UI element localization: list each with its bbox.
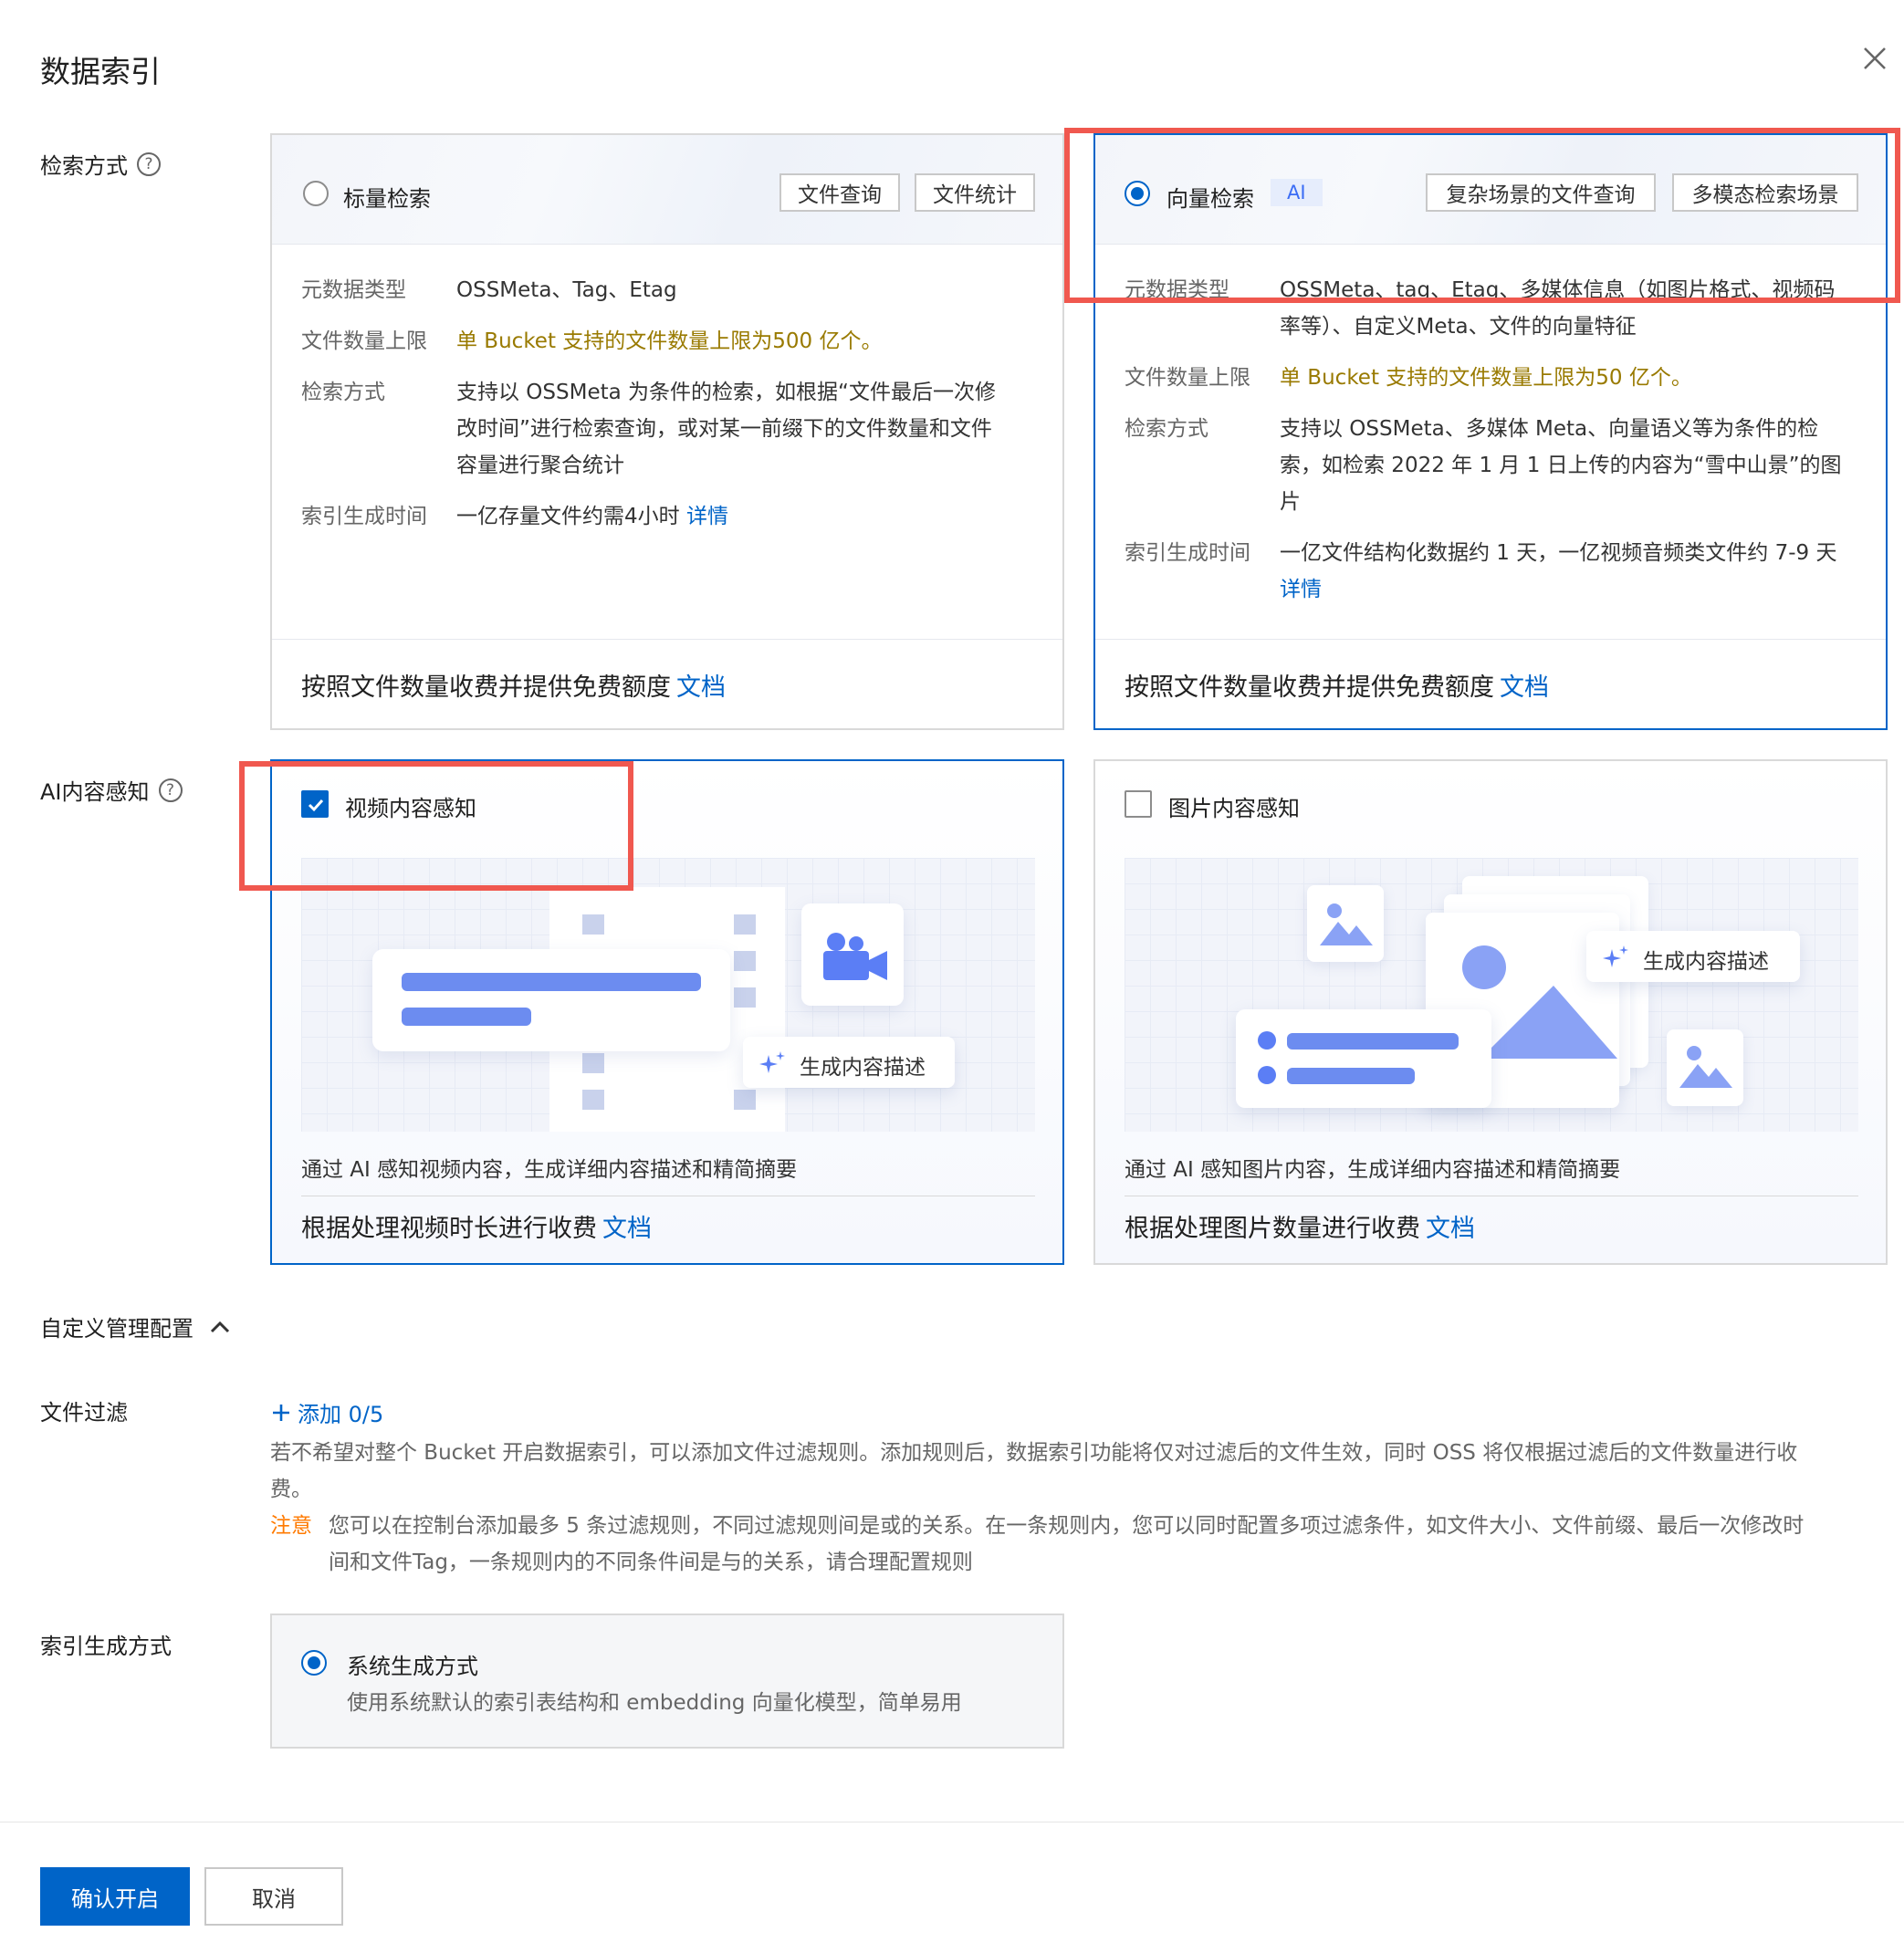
- doc-link[interactable]: 文档: [676, 674, 726, 702]
- system-gen-radio[interactable]: [301, 1650, 327, 1676]
- detail-value: 率等）、自定义Meta、文件的向量特征: [1280, 315, 1637, 339]
- detail-value: 一亿存量文件约需4小时 详情: [456, 498, 728, 535]
- tag-file-stats: 文件统计: [915, 173, 1035, 212]
- ai-perception-label-text: AI内容感知: [40, 779, 150, 805]
- image-perception-title: 图片内容感知: [1168, 796, 1300, 821]
- cancel-button[interactable]: 取消: [204, 1867, 343, 1926]
- filter-desc-line2: 费。: [270, 1478, 312, 1501]
- image-icon: [1316, 898, 1375, 949]
- search-mode-label: 检索方式 ?: [40, 148, 161, 180]
- sparkle-icon: [1601, 944, 1630, 971]
- detail-key: 检索方式: [301, 381, 385, 404]
- generate-description-badge: 生成内容描述: [800, 1056, 926, 1080]
- details-link[interactable]: 详情: [686, 505, 728, 528]
- doc-link[interactable]: 文档: [1500, 674, 1549, 702]
- video-illustration: 生成内容描述: [301, 858, 1035, 1132]
- add-filter-label: 添加 0/5: [298, 1402, 384, 1427]
- help-icon[interactable]: ?: [158, 778, 183, 802]
- detail-value: 单 Bucket 支持的文件数量上限为50 亿个。: [1280, 366, 1692, 390]
- highlight-box: [239, 761, 633, 891]
- detail-key: 元数据类型: [301, 278, 406, 302]
- detail-key: 索引生成时间: [1125, 541, 1250, 565]
- doc-link[interactable]: 文档: [1426, 1215, 1475, 1243]
- note-line2: 间和文件Tag，一条规则内的不同条件间是与的关系，请合理配置规则: [329, 1551, 973, 1574]
- generate-description-badge: 生成内容描述: [1643, 950, 1769, 974]
- detail-value: 改时间”进行检索查询，或对某一前缀下的文件数量和文件: [456, 417, 992, 441]
- custom-config-toggle[interactable]: 自定义管理配置: [40, 1311, 232, 1342]
- add-filter-button[interactable]: 添加 0/5: [270, 1396, 383, 1428]
- dialog-title: 数据索引: [40, 54, 161, 89]
- chevron-up-icon: [208, 1315, 232, 1339]
- plus-icon: [270, 1402, 292, 1424]
- scalar-search-card[interactable]: 标量检索 文件查询 文件统计 元数据类型 OSSMeta、Tag、Etag 文件…: [270, 133, 1064, 730]
- detail-value: 片: [1280, 490, 1301, 514]
- pricing-text: 按照文件数量收费并提供免费额度: [301, 674, 671, 702]
- file-filter-label: 文件过滤: [40, 1400, 128, 1426]
- detail-value: 支持以 OSSMeta、多媒体 Meta、向量语义等为条件的检: [1280, 417, 1819, 441]
- scalar-card-footer: 按照文件数量收费并提供免费额度 文档: [272, 639, 1062, 728]
- scalar-radio[interactable]: [303, 181, 329, 206]
- index-gen-mode-label: 索引生成方式: [40, 1634, 172, 1659]
- pricing-note: 按照文件数量收费并提供免费额度 文档: [1125, 667, 1549, 703]
- filter-desc-line1: 若不希望对整个 Bucket 开启数据索引，可以添加文件过滤规则。添加规则后，数…: [270, 1441, 1798, 1465]
- pricing-text: 按照文件数量收费并提供免费额度: [1125, 674, 1494, 702]
- scalar-card-header: 标量检索 文件查询 文件统计: [272, 135, 1062, 245]
- tag-file-query: 文件查询: [779, 173, 900, 212]
- ai-perception-label: AI内容感知 ?: [40, 774, 183, 806]
- detail-key: 文件数量上限: [1125, 366, 1250, 390]
- detail-value: 容量进行聚合统计: [456, 454, 624, 477]
- details-link[interactable]: 详情: [1280, 571, 1322, 608]
- image-perception-card[interactable]: 图片内容感知 生成内容描述 通过 AI 感知图片内容，生成详细内容描述和精简摘要: [1093, 759, 1888, 1265]
- detail-value: OSSMeta、Tag、Etag: [456, 278, 677, 302]
- image-icon: [1676, 1040, 1734, 1091]
- close-icon[interactable]: [1857, 40, 1893, 77]
- video-perception-desc: 通过 AI 感知视频内容，生成详细内容描述和精简摘要: [301, 1158, 798, 1182]
- detail-value: 支持以 OSSMeta 为条件的检索，如根据“文件最后一次修: [456, 381, 996, 404]
- sparkle-icon: [758, 1050, 787, 1077]
- video-camera-icon: [820, 931, 889, 982]
- search-mode-label-text: 检索方式: [40, 153, 128, 179]
- doc-link[interactable]: 文档: [602, 1215, 652, 1243]
- highlight-box: [1064, 128, 1900, 303]
- vector-card-footer: 按照文件数量收费并提供免费额度 文档: [1095, 639, 1886, 728]
- video-pricing-note: 根据处理视频时长进行收费 文档: [301, 1208, 652, 1244]
- detail-key: 索引生成时间: [301, 505, 427, 528]
- system-gen-desc: 使用系统默认的索引表结构和 embedding 向量化模型，简单易用: [347, 1691, 962, 1715]
- detail-key: 文件数量上限: [301, 329, 427, 353]
- pricing-text: 根据处理视频时长进行收费: [301, 1215, 597, 1243]
- detail-value: 单 Bucket 支持的文件数量上限为500 亿个。: [456, 329, 883, 353]
- image-perception-checkbox[interactable]: [1125, 790, 1152, 818]
- system-gen-option[interactable]: 系统生成方式 使用系统默认的索引表结构和 embedding 向量化模型，简单易…: [270, 1614, 1064, 1749]
- detail-key: 检索方式: [1125, 417, 1208, 441]
- image-perception-desc: 通过 AI 感知图片内容，生成详细内容描述和精简摘要: [1125, 1158, 1621, 1182]
- pricing-note: 按照文件数量收费并提供免费额度 文档: [301, 667, 726, 703]
- confirm-button[interactable]: 确认开启: [40, 1867, 190, 1926]
- scalar-title: 标量检索: [343, 186, 431, 212]
- help-icon[interactable]: ?: [137, 151, 161, 176]
- pricing-text: 根据处理图片数量进行收费: [1125, 1215, 1420, 1243]
- note-line1: 您可以在控制台添加最多 5 条过滤规则，不同过滤规则间是或的关系。在一条规则内，…: [329, 1514, 1805, 1538]
- image-pricing-note: 根据处理图片数量进行收费 文档: [1125, 1208, 1475, 1244]
- index-time-text: 一亿存量文件约需4小时: [456, 505, 680, 528]
- detail-value: 索，如检索 2022 年 1 月 1 日上传的内容为“雪中山景”的图: [1280, 454, 1842, 477]
- system-gen-title: 系统生成方式: [347, 1654, 478, 1679]
- note-label: 注意: [270, 1514, 312, 1538]
- detail-value: 一亿文件结构化数据约 1 天，一亿视频音频类文件约 7-9 天: [1280, 541, 1837, 565]
- image-illustration: 生成内容描述: [1125, 858, 1858, 1132]
- custom-config-label: 自定义管理配置: [40, 1316, 194, 1342]
